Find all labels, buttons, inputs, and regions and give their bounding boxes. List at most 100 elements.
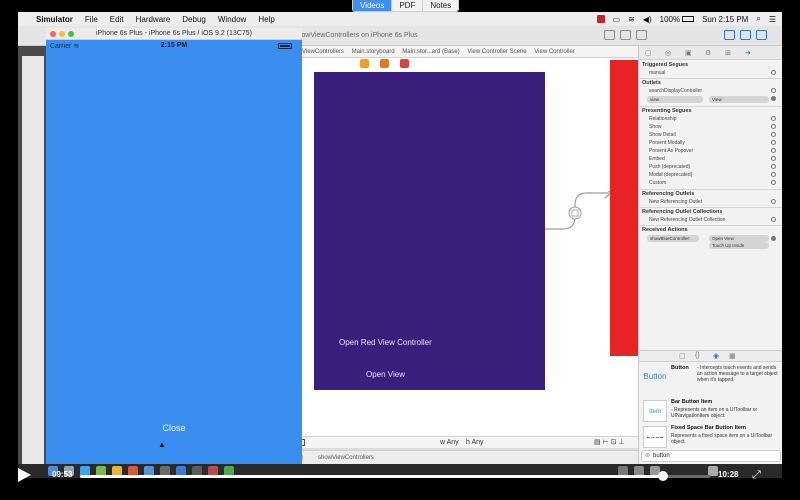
menu-window[interactable]: Window [218,15,246,24]
size-class-width[interactable]: w Any [440,439,459,446]
toggle-utilities-icon[interactable] [756,30,767,40]
connection-circle[interactable] [771,199,776,204]
connection-circle[interactable] [771,132,776,137]
fullscreen-icon[interactable]: ⤢ [752,469,761,482]
mouse-cursor-icon: ▲ [158,440,166,449]
connection-circle[interactable] [771,124,776,129]
menu-debug[interactable]: Debug [182,15,206,24]
zoom-window-icon[interactable] [68,31,74,37]
airplay-icon[interactable]: ▭ [613,15,621,24]
simulator-title-bar[interactable]: iPhone 6s Plus - iPhone 6s Plus / iOS 9.… [46,28,302,40]
toggle-debug-area-icon[interactable] [740,30,751,40]
connection-circle[interactable] [771,70,776,75]
connections-inspector: ▢ ◎ ▣ ⚙ ⊞ ➜ Triggered Segues manual Outl… [638,46,782,464]
exit-icon[interactable] [400,59,409,68]
simulator-screen[interactable]: Carrier ≋ 2:15 PM Close ▲ [46,40,302,464]
wifi-icon[interactable]: ≋ [628,15,635,24]
action-name-pill[interactable]: showBlueController: [647,235,699,242]
close-window-icon[interactable] [50,31,56,37]
size-inspector-icon[interactable]: ⊞ [725,49,731,57]
open-red-button[interactable]: Open Red View Controller [339,338,432,347]
code-snippet-icon[interactable]: {} [695,352,700,359]
connection-circle[interactable] [771,156,776,161]
minimize-window-icon[interactable] [59,31,65,37]
segue-modal: Modal (deprecated) [649,172,693,178]
connection-circle[interactable] [771,88,776,93]
scrubber-progress [80,475,663,478]
connection-circle[interactable] [771,217,776,222]
jumpbar-scene[interactable]: View Controller Scene [467,49,526,55]
library-item-desc: - Intercepts touch events and sends an a… [697,365,778,383]
connection-circle[interactable] [771,172,776,177]
scrubber-knob[interactable] [657,471,668,481]
segue-manual: manual [649,70,666,76]
menu-clock[interactable]: Sun 2:15 PM [702,15,748,24]
received-actions-header: Received Actions [642,227,688,233]
file-inspector-icon[interactable]: ▢ [645,49,652,57]
jump-bar: showViewControllers Main.storyboard Main… [288,46,638,58]
library-filter-field[interactable]: ⊜ button [641,450,781,462]
quick-help-icon[interactable]: ◎ [665,49,671,57]
connections-inspector-icon[interactable]: ➜ [745,49,751,57]
menu-app-simulator[interactable]: Simulator [36,15,73,24]
play-icon[interactable] [18,468,31,482]
connection-circle[interactable] [771,164,776,169]
connected-circle[interactable] [771,96,776,101]
purple-view-controller[interactable]: Open Red View Controller Open View [314,72,545,390]
object-library-icon[interactable]: ◉ [713,352,719,360]
battery-percent[interactable]: 100% [660,15,680,24]
outlet-view-target[interactable]: View [709,96,769,103]
volume-icon[interactable]: ◀) [643,15,652,24]
outlet-view-pill[interactable]: view [647,96,703,103]
connected-circle[interactable] [771,236,776,241]
connection-circle[interactable] [771,180,776,185]
connection-circle[interactable] [771,148,776,153]
editor-version-icon[interactable] [636,30,647,40]
menu-help[interactable]: Help [258,15,274,24]
video-scrubber[interactable] [80,471,710,481]
record-icon[interactable] [596,15,605,23]
tab-notes[interactable]: Notes [422,0,459,11]
spotlight-icon[interactable]: ⌕ [756,14,760,24]
menu-hardware[interactable]: Hardware [136,15,171,24]
attributes-inspector-icon[interactable]: ⚙ [705,49,711,57]
size-class-height[interactable]: h Any [466,439,484,446]
view-controller-icon[interactable] [360,59,369,68]
toggle-navigator-icon[interactable] [724,30,735,40]
library-filter-text: button [653,453,670,459]
media-library-icon[interactable]: ▦ [729,352,736,360]
new-referencing-outlet: New Referencing Outlet [649,199,703,205]
action-target-pill[interactable]: Open View [709,235,769,242]
divider [639,189,782,190]
menu-edit[interactable]: Edit [110,15,124,24]
auto-layout-icons[interactable]: ▤ ⊢ ⊡ ⊥ [594,438,625,446]
jumpbar-base[interactable]: Main.stor...ard (Base) [402,49,459,55]
segue-show-detail: Show Detail [649,132,676,138]
jumpbar-view-controller[interactable]: View Controller [534,49,575,55]
tab-videos[interactable]: Videos [353,0,392,11]
editor-assistant-icon[interactable] [620,30,631,40]
first-responder-icon[interactable] [380,59,389,68]
canvas-bottom-bar: w Any h Any ▤ ⊢ ⊡ ⊥ [294,436,638,448]
divider [639,225,782,226]
segue-present-popover: Present As Popover [649,148,694,154]
open-view-button[interactable]: Open View [366,370,405,379]
identity-inspector-icon[interactable]: ▣ [685,49,692,57]
editor-standard-icon[interactable] [604,30,615,40]
jumpbar-storyboard[interactable]: Main.storyboard [352,49,395,55]
file-template-icon[interactable]: ▢ [679,352,686,360]
segue-arrow[interactable] [545,191,615,231]
close-button[interactable]: Close [46,423,302,433]
tab-pdf[interactable]: PDF [391,0,423,11]
menu-file[interactable]: File [85,15,98,24]
library-item-button[interactable]: Button Button - Intercepts touch events … [641,364,781,394]
xcode-navigator-panel [22,56,44,464]
red-view-controller[interactable] [610,60,638,356]
notification-center-icon[interactable]: ☰ [769,15,776,24]
connection-circle[interactable] [771,140,776,145]
connection-circle[interactable] [771,116,776,121]
new-referencing-outlet-collection: New Referencing Outlet Collection [649,217,726,223]
fixed-space-thumb [643,426,667,448]
triggered-segues-header: Triggered Segues [642,62,689,68]
segue-custom: Custom [649,180,667,186]
